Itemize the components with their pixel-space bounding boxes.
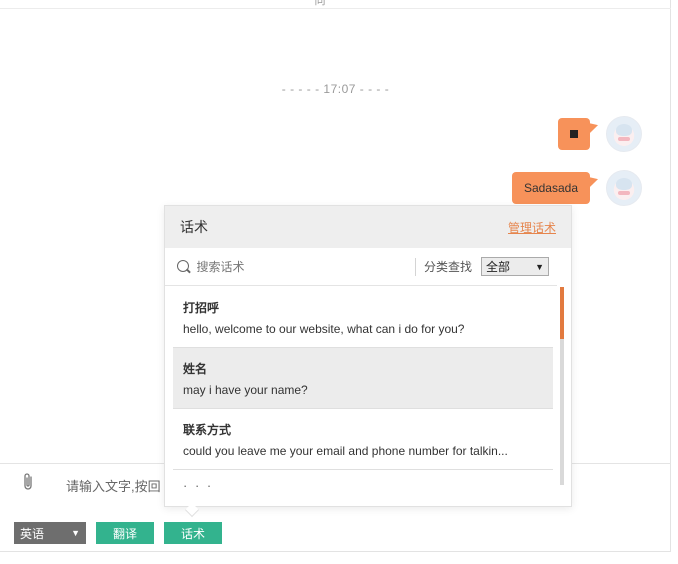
top-cutoff-text: 同 [314, 0, 326, 7]
script-item-name: 联系方式 [183, 423, 232, 437]
script-list: 打招呼 hello, welcome to our website, what … [173, 287, 553, 502]
avatar[interactable] [606, 170, 642, 206]
avatar[interactable] [606, 116, 642, 152]
script-button[interactable]: 话术 [164, 522, 222, 544]
script-search-input[interactable] [196, 259, 410, 274]
script-item[interactable]: 姓名 may i have your name? [173, 348, 553, 409]
time-divider: - - - - - 17:07 - - - - [281, 82, 390, 96]
category-select-value: 全部 [486, 260, 511, 274]
dropdown-arrow-icon: ▼ [535, 261, 545, 272]
category-select[interactable]: 全部 ▼ [481, 257, 550, 276]
top-divider [0, 8, 671, 9]
search-separator [415, 257, 417, 276]
script-panel-header: 话术 管理话术 [165, 206, 571, 248]
script-list-more: · · · [183, 478, 214, 493]
script-search-bar: 分类查找 全部 ▼ [165, 248, 557, 286]
category-label: 分类查找 [424, 260, 473, 274]
script-item[interactable]: 打招呼 hello, welcome to our website, what … [173, 287, 553, 348]
script-item[interactable]: 联系方式 could you leave me your email and p… [173, 409, 553, 470]
script-panel-title: 话术 [180, 219, 208, 235]
search-icon [177, 259, 191, 274]
input-toolbar: 英语 ▼ 翻译 话术 [14, 522, 222, 544]
script-item-name: 姓名 [183, 362, 208, 376]
scrollbar-thumb[interactable] [560, 287, 564, 339]
script-item-name: 打招呼 [183, 301, 220, 315]
script-item-text: may i have your name? [183, 383, 308, 397]
dropdown-arrow-icon: ▼ [71, 528, 80, 538]
manage-scripts-link[interactable]: 管理话术 [508, 219, 556, 236]
translate-button[interactable]: 翻译 [96, 522, 154, 544]
script-item-text: hello, welcome to our website, what can … [183, 322, 465, 336]
message-row: Sadasada [511, 170, 642, 206]
message-input[interactable]: 请输入文字,按回 [66, 476, 161, 495]
square-glyph [570, 130, 578, 139]
message-row [558, 116, 642, 152]
language-select-value: 英语 [20, 526, 45, 541]
script-item-text: could you leave me your email and phone … [183, 444, 508, 458]
message-bubble: Sadasada [511, 172, 590, 204]
language-select[interactable]: 英语 ▼ [14, 522, 86, 544]
paperclip-icon[interactable] [22, 472, 34, 492]
message-bubble [558, 118, 590, 150]
script-panel: 话术 管理话术 分类查找 全部 ▼ 打招呼 hello, welcome to … [164, 205, 572, 507]
